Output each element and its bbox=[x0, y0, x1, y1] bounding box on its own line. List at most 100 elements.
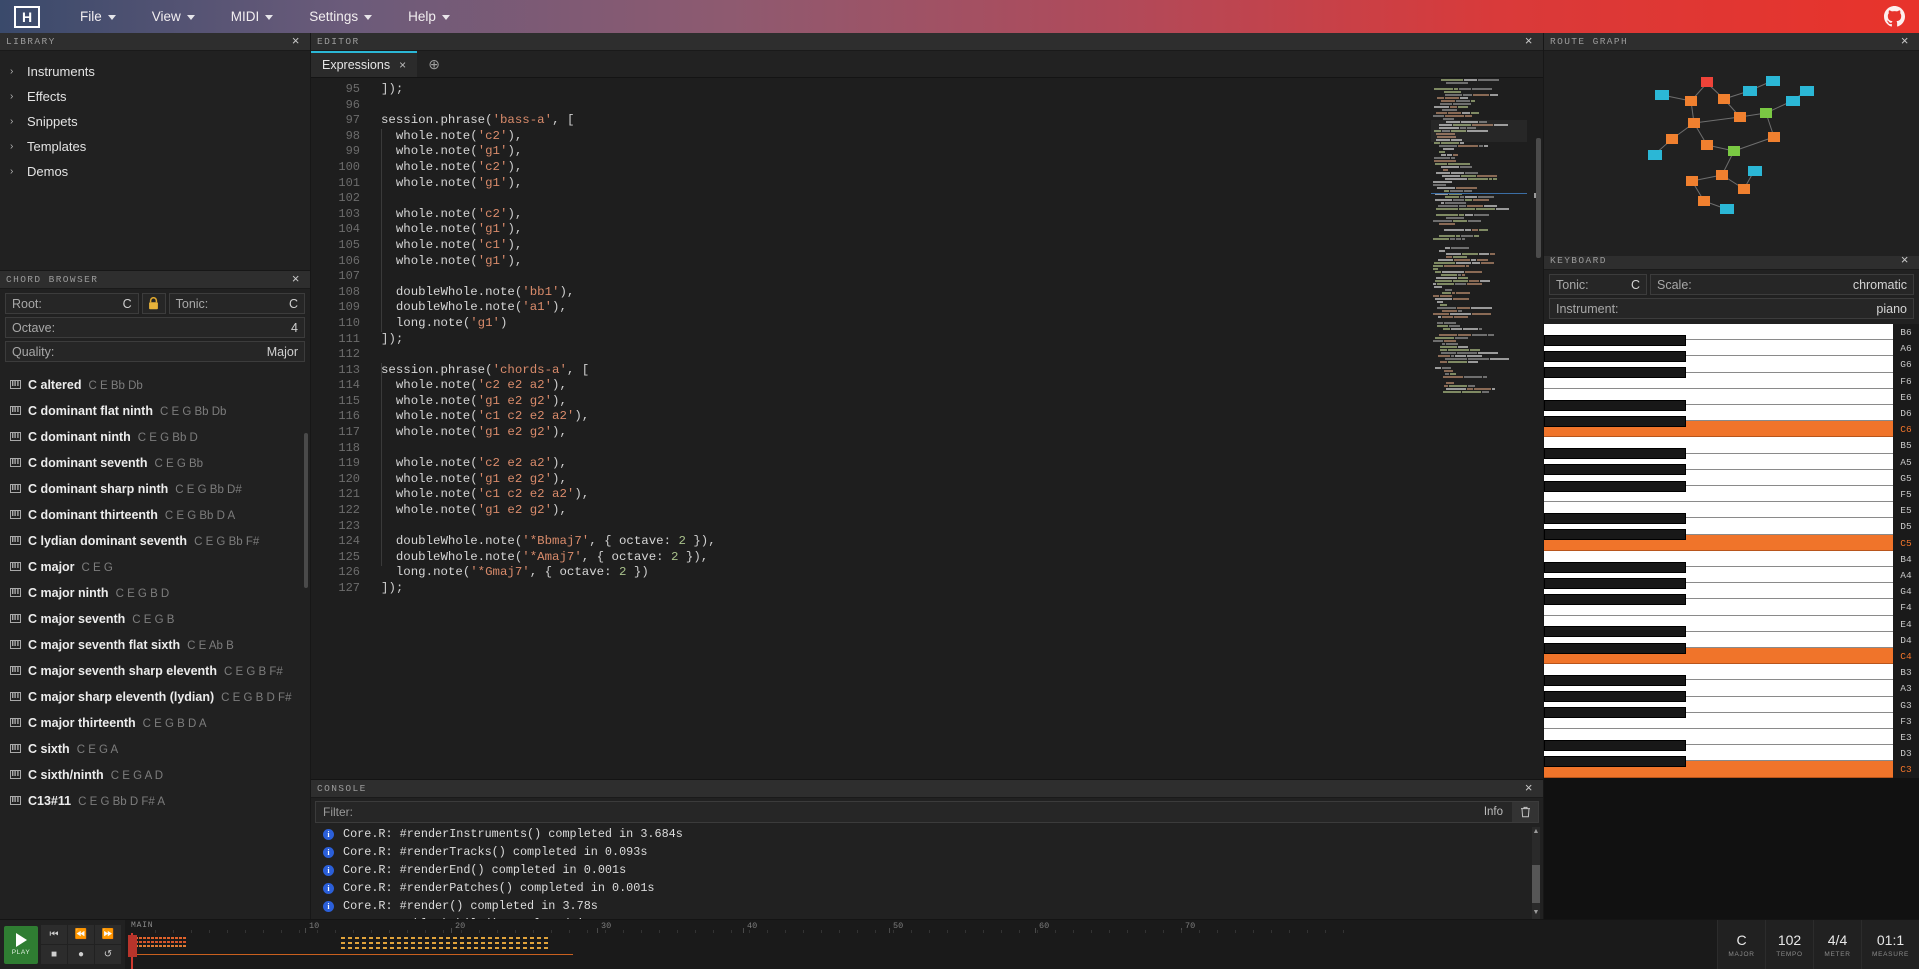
code-line[interactable]: ]); bbox=[369, 581, 1543, 597]
editor-scrollbar[interactable] bbox=[1536, 138, 1541, 258]
chord-list-item[interactable]: C major sharp eleventh (lydian)C E G B D… bbox=[0, 684, 310, 710]
scroll-up-icon[interactable]: ▲ bbox=[1532, 827, 1540, 836]
tab-close-icon[interactable]: × bbox=[399, 58, 406, 72]
route-graph-close-icon[interactable]: × bbox=[1898, 35, 1913, 48]
chord-list-item[interactable]: C sixth/ninthC E G A D bbox=[0, 762, 310, 788]
chord-list-item[interactable]: C alteredC E Bb Db bbox=[0, 372, 310, 398]
chord-list-scrollbar[interactable] bbox=[304, 433, 308, 588]
keyboard-instrument-input[interactable]: Instrument: piano bbox=[1549, 298, 1914, 319]
chord-list-item[interactable]: C sixthC E G A bbox=[0, 736, 310, 762]
keyboard-tonic-input[interactable]: Tonic: C bbox=[1549, 274, 1647, 295]
code-line[interactable]: whole.note('c2'), bbox=[369, 129, 1543, 145]
chord-list[interactable]: C alteredC E Bb DbC dominant flat ninthC… bbox=[0, 365, 310, 919]
code-editor[interactable]: 9596979899100101102103104105106107108109… bbox=[311, 78, 1543, 779]
timeline-ruler[interactable]: MAIN 10203040506070 bbox=[125, 920, 1717, 933]
chord-list-item[interactable]: C dominant flat ninthC E G Bb Db bbox=[0, 398, 310, 424]
menu-view[interactable]: View bbox=[134, 3, 213, 30]
code-line[interactable]: whole.note('g1 e2 g2'), bbox=[369, 503, 1543, 519]
loop-icon[interactable]: ↺ bbox=[95, 945, 121, 964]
code-line[interactable]: whole.note('g1 e2 g2'), bbox=[369, 472, 1543, 488]
piano-key-black[interactable] bbox=[1544, 691, 1686, 702]
rewind-icon[interactable]: ⏪ bbox=[68, 925, 94, 944]
code-line[interactable]: whole.note('c2'), bbox=[369, 160, 1543, 176]
piano-key-black[interactable] bbox=[1544, 756, 1686, 767]
measure-stat[interactable]: 01:1 MEASURE bbox=[1861, 920, 1919, 969]
console-message[interactable]: iCore.R: #render() completed in 3.78s bbox=[311, 897, 1543, 915]
code-line[interactable]: whole.note('g1'), bbox=[369, 254, 1543, 270]
quality-input[interactable]: Quality: Major bbox=[5, 341, 305, 362]
piano-key-black[interactable] bbox=[1544, 464, 1686, 475]
code-line[interactable] bbox=[369, 519, 1543, 535]
sidebar-item-demos[interactable]: › Demos bbox=[0, 159, 310, 184]
code-line[interactable]: whole.note('c1'), bbox=[369, 238, 1543, 254]
keyboard-scale-input[interactable]: Scale: chromatic bbox=[1650, 274, 1914, 295]
code-minimap[interactable] bbox=[1431, 78, 1527, 779]
piano-key-black[interactable] bbox=[1544, 448, 1686, 459]
sidebar-item-snippets[interactable]: › Snippets bbox=[0, 109, 310, 134]
sidebar-item-instruments[interactable]: › Instruments bbox=[0, 59, 310, 84]
code-line[interactable]: session.phrase('chords-a', [ bbox=[369, 363, 1543, 379]
code-line[interactable]: session.phrase('bass-a', [ bbox=[369, 113, 1543, 129]
console-message[interactable]: iCore.R: #renderTracks() completed in 0.… bbox=[311, 843, 1543, 861]
menu-settings[interactable]: Settings bbox=[291, 3, 390, 30]
timeline[interactable]: MAIN 10203040506070 bbox=[125, 920, 1717, 969]
piano-key-black[interactable] bbox=[1544, 594, 1686, 605]
piano-key-black[interactable] bbox=[1544, 562, 1686, 573]
console-message[interactable]: iCore.R: #renderPatches() completed in 0… bbox=[311, 879, 1543, 897]
chord-list-item[interactable]: C dominant sharp ninthC E G Bb D# bbox=[0, 476, 310, 502]
scroll-down-icon[interactable]: ▼ bbox=[1532, 908, 1540, 917]
code-line[interactable]: whole.note('c1 c2 e2 a2'), bbox=[369, 487, 1543, 503]
chord-list-item[interactable]: C major seventh sharp eleventhC E G B F# bbox=[0, 658, 310, 684]
github-icon[interactable] bbox=[1884, 6, 1905, 27]
console-message[interactable]: iCore.R: #renderEnd() completed in 0.001… bbox=[311, 861, 1543, 879]
tonic-input[interactable]: Tonic: C bbox=[169, 293, 305, 314]
play-button[interactable]: PLAY bbox=[4, 926, 38, 964]
piano-key-black[interactable] bbox=[1544, 707, 1686, 718]
code-line[interactable]: whole.note('g1'), bbox=[369, 144, 1543, 160]
trash-icon[interactable] bbox=[1512, 802, 1538, 822]
octave-input[interactable]: Octave: 4 bbox=[5, 317, 305, 338]
code-line[interactable]: whole.note('g1 e2 g2'), bbox=[369, 425, 1543, 441]
skip-start-icon[interactable]: ⏮ bbox=[41, 925, 67, 944]
code-line[interactable] bbox=[369, 191, 1543, 207]
code-line[interactable]: whole.note('c2 e2 a2'), bbox=[369, 378, 1543, 394]
clip-block[interactable] bbox=[128, 935, 137, 957]
tab-expressions[interactable]: Expressions × bbox=[311, 51, 417, 77]
code-line[interactable]: whole.note('c2 e2 a2'), bbox=[369, 456, 1543, 472]
console-scrollbar-thumb[interactable] bbox=[1532, 865, 1540, 903]
chord-list-item[interactable]: C major ninthC E G B D bbox=[0, 580, 310, 606]
code-line[interactable]: doubleWhole.note('a1'), bbox=[369, 300, 1543, 316]
code-line[interactable]: whole.note('c2'), bbox=[369, 207, 1543, 223]
menu-file[interactable]: File bbox=[62, 3, 134, 30]
code-line[interactable]: doubleWhole.note('*Amaj7', { octave: 2 }… bbox=[369, 550, 1543, 566]
record-icon[interactable]: ● bbox=[68, 945, 94, 964]
piano-key-black[interactable] bbox=[1544, 481, 1686, 492]
piano-key-black[interactable] bbox=[1544, 400, 1686, 411]
code-line[interactable]: whole.note('g1'), bbox=[369, 176, 1543, 192]
console-close-icon[interactable]: × bbox=[1522, 782, 1537, 795]
piano-key-black[interactable] bbox=[1544, 675, 1686, 686]
code-line[interactable]: ]); bbox=[369, 82, 1543, 98]
editor-close-icon[interactable]: × bbox=[1522, 35, 1537, 48]
chord-list-item[interactable]: C13#11C E G Bb D F# A bbox=[0, 788, 310, 814]
console-level-select[interactable]: Info bbox=[1475, 806, 1512, 818]
code-content[interactable]: ]); session.phrase('bass-a', [ whole.not… bbox=[369, 78, 1543, 779]
code-line[interactable]: whole.note('g1'), bbox=[369, 222, 1543, 238]
piano-key-black[interactable] bbox=[1544, 335, 1686, 346]
key-stat[interactable]: C MAJOR bbox=[1717, 920, 1765, 969]
chord-list-item[interactable]: C major thirteenthC E G B D A bbox=[0, 710, 310, 736]
library-close-icon[interactable]: × bbox=[289, 35, 304, 48]
code-line[interactable]: whole.note('c1 c2 e2 a2'), bbox=[369, 409, 1543, 425]
code-line[interactable]: long.note('*Gmaj7', { octave: 2 }) bbox=[369, 565, 1543, 581]
chord-browser-close-icon[interactable]: × bbox=[289, 273, 304, 286]
sidebar-item-effects[interactable]: › Effects bbox=[0, 84, 310, 109]
code-line[interactable]: doubleWhole.note('bb1'), bbox=[369, 285, 1543, 301]
piano-key-black[interactable] bbox=[1544, 367, 1686, 378]
code-line[interactable] bbox=[369, 347, 1543, 363]
piano-key-black[interactable] bbox=[1544, 416, 1686, 427]
route-graph-canvas[interactable] bbox=[1544, 51, 1919, 256]
chord-list-item[interactable]: C majorC E G bbox=[0, 554, 310, 580]
add-tab-icon[interactable]: ⊕ bbox=[417, 51, 451, 77]
chord-list-item[interactable]: C lydian dominant seventhC E G Bb F# bbox=[0, 528, 310, 554]
console-message[interactable]: iCore.tt: #blockWhile() completed in 3.8… bbox=[311, 915, 1543, 919]
